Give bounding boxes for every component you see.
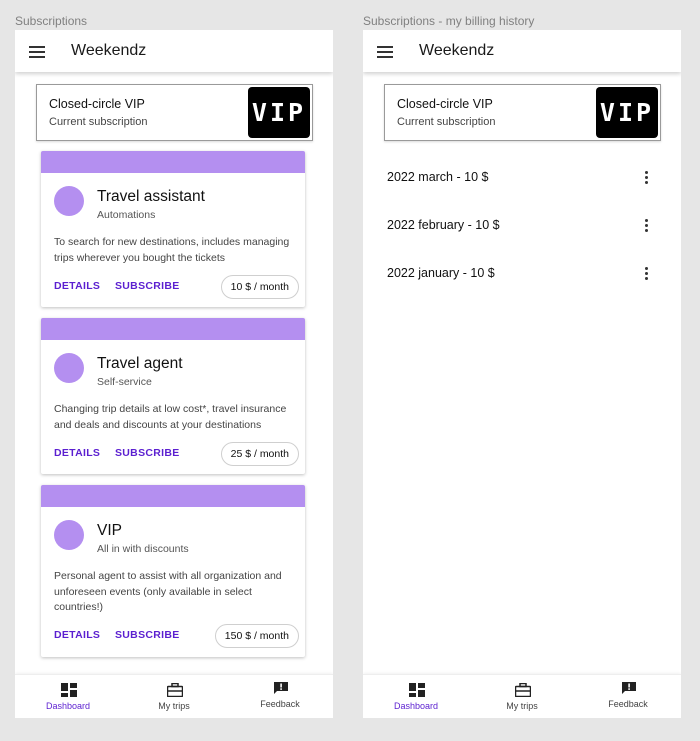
bottom-navigation: Dashboard My trips Feedback	[363, 674, 681, 718]
briefcase-icon	[515, 683, 531, 697]
plan-avatar	[54, 520, 84, 550]
subscribe-button[interactable]: SUBSCRIBE	[115, 629, 180, 641]
frame-label-billing-history: Subscriptions - my billing history	[363, 14, 535, 28]
current-subscription-card[interactable]: Closed-circle VIP Current subscription V…	[384, 84, 661, 141]
plan-title: Travel assistant	[97, 188, 205, 205]
current-subscription-subtitle: Current subscription	[397, 116, 496, 128]
billing-history-row[interactable]: 2022 february - 10 $	[363, 206, 681, 246]
plan-subtitle: Automations	[97, 209, 156, 221]
bottom-navigation: Dashboard My trips Feedback	[15, 674, 333, 718]
details-button[interactable]: DETAILS	[54, 447, 100, 459]
plan-card-travel-assistant: Travel assistant Automations To search f…	[41, 151, 305, 307]
plan-description: To search for new destinations, includes…	[54, 236, 290, 264]
briefcase-icon	[167, 683, 183, 697]
app-bar: Weekendz	[15, 30, 333, 72]
details-button[interactable]: DETAILS	[54, 280, 100, 292]
plan-description: Personal agent to assist with all organi…	[54, 570, 282, 613]
nav-item-feedback[interactable]: Feedback	[575, 675, 681, 718]
hamburger-menu-icon[interactable]	[377, 46, 393, 58]
nav-label-dashboard: Dashboard	[393, 701, 439, 711]
plan-card-header-band	[41, 151, 305, 173]
nav-label-feedback: Feedback	[608, 699, 648, 709]
plan-subtitle: Self-service	[97, 376, 152, 388]
current-subscription-title: Closed-circle VIP	[397, 97, 493, 111]
nav-label-feedback: Feedback	[260, 699, 300, 709]
current-subscription-subtitle: Current subscription	[49, 116, 148, 128]
dashboard-icon	[61, 683, 77, 697]
price-chip: 150 $ / month	[214, 624, 299, 648]
more-vert-icon[interactable]	[645, 171, 649, 185]
plan-card-vip: VIP All in with discounts Personal agent…	[41, 485, 305, 657]
app-title: Weekendz	[419, 42, 495, 59]
app-bar: Weekendz	[363, 30, 681, 72]
hamburger-menu-icon[interactable]	[29, 46, 45, 58]
price-chip: 10 $ / month	[220, 275, 299, 299]
plan-card-header-band	[41, 485, 305, 507]
plan-description: Changing trip details at low cost*, trav…	[54, 403, 287, 431]
billing-history-screen: Weekendz Closed-circle VIP Current subsc…	[363, 30, 681, 718]
billing-history-label: 2022 march - 10 $	[387, 170, 489, 184]
subscribe-button[interactable]: SUBSCRIBE	[115, 447, 180, 459]
plan-card-travel-agent: Travel agent Self-service Changing trip …	[41, 318, 305, 474]
plan-avatar	[54, 186, 84, 216]
feedback-icon	[622, 682, 636, 694]
current-subscription-title: Closed-circle VIP	[49, 97, 145, 111]
nav-item-my-trips[interactable]: My trips	[121, 675, 227, 718]
more-vert-icon[interactable]	[645, 219, 649, 233]
price-chip: 25 $ / month	[220, 442, 299, 466]
subscribe-button[interactable]: SUBSCRIBE	[115, 280, 180, 292]
nav-item-dashboard[interactable]: Dashboard	[363, 675, 469, 718]
vip-logo: VIP	[248, 87, 310, 138]
app-title: Weekendz	[71, 42, 147, 59]
plan-subtitle: All in with discounts	[97, 543, 189, 555]
more-vert-icon[interactable]	[645, 267, 649, 281]
billing-history-row[interactable]: 2022 march - 10 $	[363, 158, 681, 198]
nav-item-dashboard[interactable]: Dashboard	[15, 675, 121, 718]
billing-history-row[interactable]: 2022 january - 10 $	[363, 254, 681, 294]
nav-label-my-trips: My trips	[506, 701, 538, 711]
current-subscription-card[interactable]: Closed-circle VIP Current subscription V…	[36, 84, 313, 141]
dashboard-icon	[409, 683, 425, 697]
nav-label-dashboard: Dashboard	[45, 701, 91, 711]
nav-item-my-trips[interactable]: My trips	[469, 675, 575, 718]
nav-label-my-trips: My trips	[158, 701, 190, 711]
details-button[interactable]: DETAILS	[54, 629, 100, 641]
vip-logo: VIP	[596, 87, 658, 138]
billing-history-label: 2022 february - 10 $	[387, 218, 500, 232]
plan-avatar	[54, 353, 84, 383]
subscriptions-screen: Weekendz Closed-circle VIP Current subsc…	[15, 30, 333, 718]
plan-title: Travel agent	[97, 355, 183, 372]
nav-item-feedback[interactable]: Feedback	[227, 675, 333, 718]
feedback-icon	[274, 682, 288, 694]
plan-card-header-band	[41, 318, 305, 340]
frame-label-subscriptions: Subscriptions	[15, 14, 88, 28]
plan-title: VIP	[97, 522, 122, 539]
billing-history-label: 2022 january - 10 $	[387, 266, 495, 280]
